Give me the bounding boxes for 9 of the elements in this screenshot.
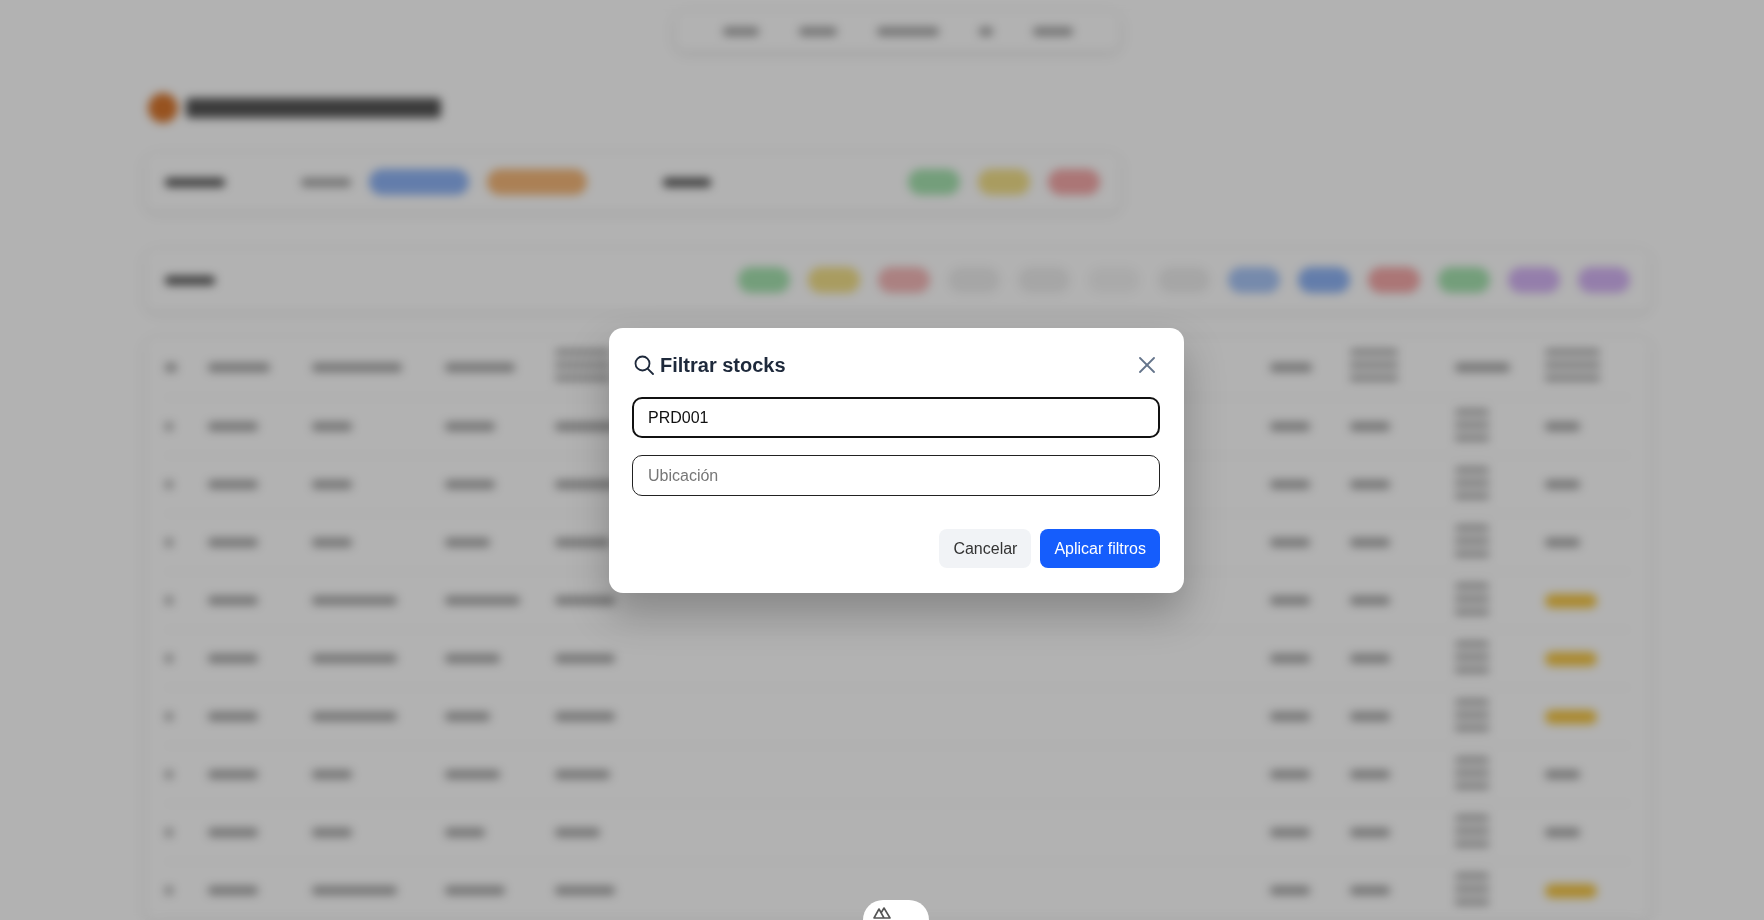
close-button[interactable] bbox=[1139, 357, 1155, 373]
apply-button[interactable]: Aplicar filtros bbox=[1040, 529, 1160, 568]
cancel-button[interactable]: Cancelar bbox=[939, 529, 1032, 568]
mountain-icon bbox=[873, 906, 891, 919]
dialog-title: Filtrar stocks bbox=[660, 353, 786, 377]
input-field[interactable]: Ubicación bbox=[632, 455, 1160, 496]
close-icon bbox=[1139, 357, 1155, 373]
input-field[interactable]: PRD001 bbox=[632, 397, 1160, 438]
search-icon bbox=[634, 355, 654, 375]
